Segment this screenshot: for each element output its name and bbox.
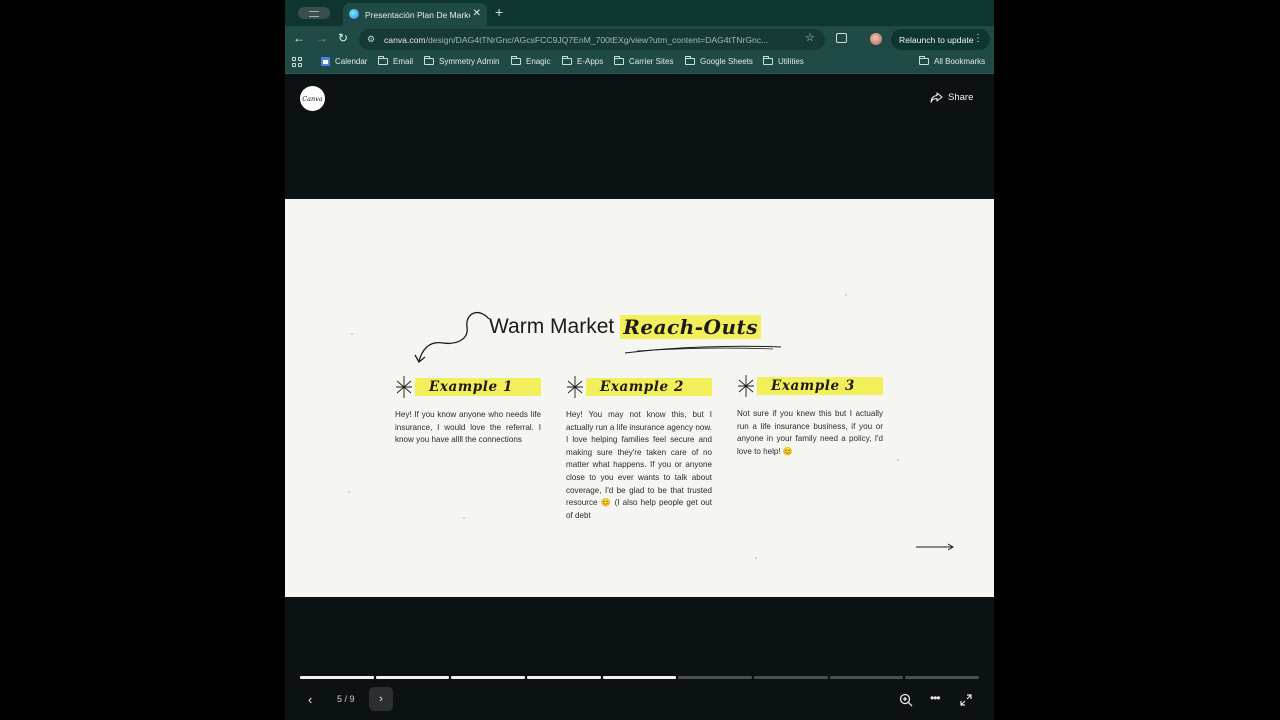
speckle-dot: [755, 557, 757, 559]
example-label: Example 1: [415, 378, 541, 396]
speckle-dot: [348, 491, 350, 493]
progress-segment[interactable]: [375, 676, 450, 679]
tab-strip: Presentación Plan De Marketi ✕ +: [285, 0, 994, 26]
relaunch-button[interactable]: Relaunch to update ⋮: [891, 29, 990, 50]
example-label: Example 2: [586, 378, 712, 396]
bookmark-star-icon[interactable]: ☆: [805, 31, 815, 44]
example-text: Hey! You may not know this, but I actual…: [566, 410, 712, 520]
speckle-dot: [845, 294, 847, 296]
example-column-3: Example 3 Not sure if you knew this but …: [737, 374, 883, 458]
title-plain: Warm Market: [489, 315, 615, 338]
apps-grid-icon[interactable]: [292, 57, 302, 67]
presentation-slide: Warm Market Reach-Outs Example 1 Hey! If…: [285, 199, 994, 597]
fullscreen-icon[interactable]: [960, 694, 972, 706]
example-header: Example 3: [737, 374, 883, 398]
example-header: Example 2: [566, 375, 712, 399]
slide-arrow-right-icon: [916, 543, 954, 551]
chevron-right-icon: ›: [379, 693, 383, 705]
folder-icon: [685, 56, 695, 65]
folder-icon: [562, 56, 572, 65]
example-header: Example 1: [395, 375, 541, 399]
profile-avatar[interactable]: [870, 33, 882, 45]
folder-icon: [763, 56, 773, 65]
title-highlight: Reach-Outs: [620, 315, 762, 339]
folder-icon: [378, 56, 388, 65]
browser-toolbar: ← → ↻ ⚙ canva.com/design/DAG4tTNrGnc/AGc…: [285, 26, 994, 53]
speckle-dot: [463, 517, 465, 519]
bookmark-utilities[interactable]: Utilities: [763, 56, 804, 66]
calendar-icon: [321, 57, 330, 66]
bookmark-email[interactable]: Email: [378, 56, 413, 66]
reload-icon[interactable]: ↻: [338, 31, 348, 45]
new-tab-button[interactable]: +: [495, 4, 503, 20]
bookmark-e-apps[interactable]: E-Apps: [562, 56, 603, 66]
more-options-icon[interactable]: •••: [930, 691, 941, 705]
canva-logo[interactable]: Canva: [300, 86, 325, 111]
example-column-1: Example 1 Hey! If you know anyone who ne…: [395, 375, 541, 447]
progress-segment[interactable]: [829, 676, 904, 679]
canva-favicon-icon: [349, 9, 359, 19]
canva-viewer: Canva Share Warm Market Reach-Outs Examp…: [285, 75, 994, 720]
page-indicator: 5 / 9: [337, 694, 355, 704]
example-text: Hey! If you know anyone who needs life i…: [395, 410, 541, 445]
folder-icon: [424, 56, 434, 65]
browser-window: Presentación Plan De Marketi ✕ + ← → ↻ ⚙…: [285, 0, 994, 720]
forward-arrow-icon[interactable]: →: [316, 31, 328, 45]
progress-segment[interactable]: [905, 676, 979, 679]
bookmark-carrier-sites[interactable]: Carrier Sites: [614, 56, 673, 66]
previous-page-icon[interactable]: ‹: [308, 692, 312, 707]
close-tab-icon[interactable]: ✕: [473, 8, 481, 19]
curved-arrow-icon: [414, 311, 490, 363]
bookmark-enagic[interactable]: Enagic: [511, 56, 550, 66]
progress-segment[interactable]: [754, 676, 828, 679]
bookmarks-bar: Calendar Email Symmetry Admin Enagic E-A…: [285, 53, 994, 74]
title-underline: [624, 345, 782, 354]
browser-tab-active[interactable]: Presentación Plan De Marketi ✕: [343, 3, 487, 26]
bookmark-calendar[interactable]: Calendar: [321, 57, 367, 66]
example-column-2: Example 2 Hey! You may not know this, bu…: [566, 375, 712, 522]
slide-title: Warm Market Reach-Outs: [489, 315, 762, 339]
bookmark-symmetry-admin[interactable]: Symmetry Admin: [424, 56, 499, 66]
progress-segment[interactable]: [678, 676, 752, 679]
share-button[interactable]: Share: [930, 92, 973, 103]
example-text: Not sure if you knew this but I actually…: [737, 409, 883, 456]
share-icon: [930, 92, 943, 103]
progress-segment[interactable]: [300, 676, 374, 679]
sparkle-icon: [396, 376, 412, 398]
next-page-button[interactable]: ›: [369, 687, 393, 711]
tab-search-button[interactable]: [298, 7, 330, 19]
url-path: /design/DAG4tTNrGnc/AGcsFCC9JQ7EnM_700tE…: [425, 34, 769, 45]
progress-segment[interactable]: [527, 676, 601, 679]
sparkle-icon: [738, 375, 754, 397]
url-host: canva.com: [384, 34, 426, 45]
tab-title: Presentación Plan De Marketi: [365, 9, 470, 20]
relaunch-label: Relaunch to update: [899, 34, 974, 45]
folder-icon: [614, 56, 624, 65]
back-arrow-icon[interactable]: ←: [293, 31, 305, 45]
folder-icon: [511, 56, 521, 65]
bookmark-google-sheets[interactable]: Google Sheets: [685, 56, 753, 66]
all-bookmarks[interactable]: All Bookmarks: [919, 56, 985, 66]
folder-icon: [919, 56, 929, 65]
sparkle-icon: [567, 376, 583, 398]
share-label: Share: [948, 92, 974, 103]
more-menu-icon[interactable]: ⋮: [973, 33, 983, 44]
cast-icon[interactable]: [836, 33, 847, 43]
speckle-dot: [897, 459, 899, 461]
speckle-dot: [351, 333, 353, 335]
example-label: Example 3: [757, 377, 883, 395]
zoom-in-icon[interactable]: [899, 693, 913, 707]
progress-segment[interactable]: [602, 676, 677, 679]
progress-segment[interactable]: [451, 676, 525, 679]
site-settings-icon[interactable]: ⚙: [367, 34, 375, 45]
address-bar[interactable]: ⚙ canva.com/design/DAG4tTNrGnc/AGcsFCC9J…: [359, 29, 825, 50]
